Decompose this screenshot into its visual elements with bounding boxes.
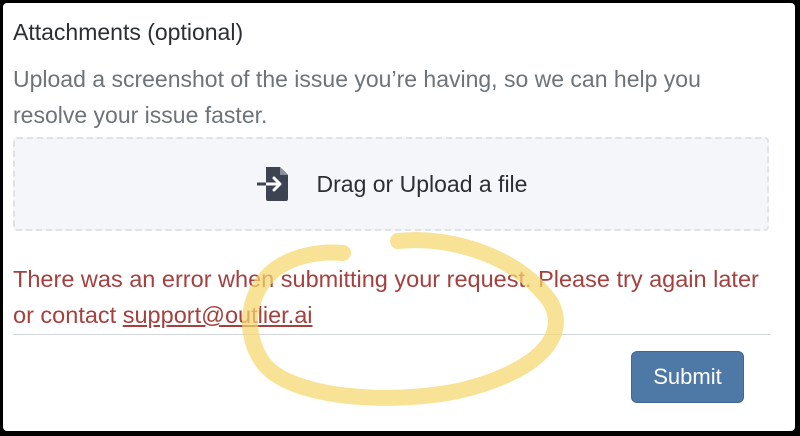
file-upload-icon [255,164,295,204]
error-message: There was an error when submitting your … [13,261,783,333]
attachments-title: Attachments (optional) [13,19,244,45]
attachments-helper-text: Upload a screenshot of the issue you’re … [13,66,701,128]
attachments-form: Attachments (optional) Upload a screensh… [3,3,795,431]
divider [13,334,771,335]
support-email-link[interactable]: support@outlier.ai [123,302,313,328]
file-dropzone[interactable]: Drag or Upload a file [13,137,769,231]
submit-button[interactable]: Submit [631,351,744,403]
dropzone-label: Drag or Upload a file [316,170,528,197]
